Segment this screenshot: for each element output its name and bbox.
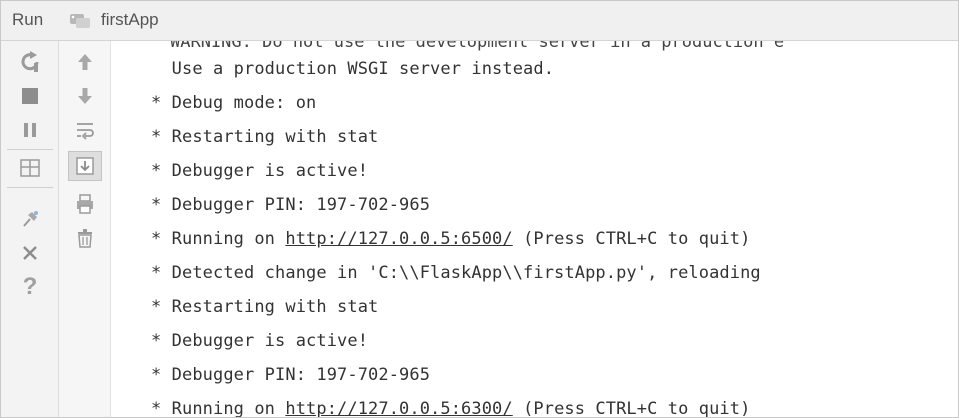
console-line: * Running on http://127.0.0.5:6300/ (Pre…: [151, 399, 750, 417]
help-button[interactable]: ?: [13, 272, 47, 302]
soft-wrap-button[interactable]: [68, 115, 102, 145]
up-arrow-icon: [74, 51, 96, 73]
stop-button[interactable]: [13, 81, 47, 111]
console-line: * Restarting with stat: [151, 127, 379, 147]
down-arrow-icon: [74, 85, 96, 107]
run-title-bar: Run firstApp: [1, 1, 958, 41]
up-stack-button[interactable]: [68, 47, 102, 77]
console-line: * Restarting with stat: [151, 297, 379, 317]
console-line: * Debugger PIN: 197-702-965: [151, 365, 431, 385]
line-prefix: * Running on: [151, 399, 286, 417]
close-button[interactable]: [13, 238, 47, 268]
rerun-icon: [18, 50, 42, 74]
console-line: Use a production WSGI server instead.: [151, 59, 555, 79]
run-actions-toolbar: ?: [1, 41, 59, 417]
pin-tab-button[interactable]: [13, 204, 47, 234]
print-icon: [74, 193, 96, 215]
pause-button[interactable]: [13, 115, 47, 145]
run-config-name[interactable]: firstApp: [101, 10, 159, 30]
run-label: Run: [12, 10, 44, 29]
run-tool-window: Run firstApp ? WARNING: Do not use the d…: [0, 0, 959, 418]
down-stack-button[interactable]: [68, 81, 102, 111]
console-line: * Running on http://127.0.0.5:6500/ (Pre…: [151, 229, 750, 249]
line-prefix: * Running on: [151, 229, 286, 249]
console-line: * Detected change in 'C:\\FlaskApp\\firs…: [151, 263, 761, 283]
pause-icon: [19, 119, 41, 141]
soft-wrap-icon: [74, 119, 96, 141]
console-output[interactable]: WARNING: Do not use the development serv…: [111, 41, 958, 417]
server-url-link[interactable]: http://127.0.0.5:6300/: [285, 399, 512, 417]
console-actions-toolbar: [59, 41, 111, 417]
scroll-to-end-button[interactable]: [68, 151, 102, 181]
console-line: * Debugger is active!: [151, 331, 369, 351]
line-suffix: (Press CTRL+C to quit): [512, 229, 751, 249]
console-line: * Debugger PIN: 197-702-965: [151, 195, 431, 215]
console-line: * Debug mode: on: [151, 93, 317, 113]
scroll-to-end-icon: [74, 155, 96, 177]
clear-all-button[interactable]: [68, 223, 102, 253]
server-url-link[interactable]: http://127.0.0.5:6500/: [285, 229, 512, 249]
pin-tab-icon: [19, 208, 41, 230]
console-line: * Debugger is active!: [151, 161, 369, 181]
line-suffix: (Press CTRL+C to quit): [512, 399, 751, 417]
toolbar-separator: [7, 149, 53, 150]
restore-layout-icon: [19, 157, 41, 179]
help-icon: ?: [22, 273, 38, 300]
stop-icon: [19, 85, 41, 107]
rerun-button[interactable]: [13, 47, 47, 77]
restore-layout-button[interactable]: [13, 153, 47, 183]
close-icon: [19, 242, 41, 264]
print-button[interactable]: [68, 189, 102, 219]
python-run-config-icon: [67, 11, 93, 29]
toolbar-separator: [7, 187, 53, 188]
trash-icon: [74, 227, 96, 249]
console-line-partial: WARNING: Do not use the development serv…: [170, 41, 785, 52]
